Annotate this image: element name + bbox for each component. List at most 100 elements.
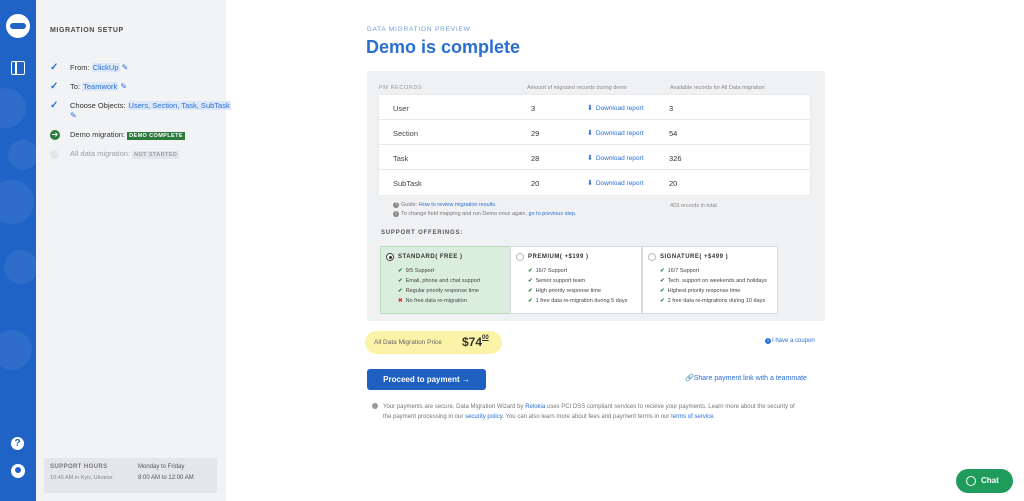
table-row: SubTask 20 ⬇ Download report 20 — [379, 170, 810, 195]
plan-standard[interactable]: STANDARD( FREE ) ✔ 9/5 Support ✔ Email, ph… — [380, 246, 512, 314]
check-icon: ✔ — [398, 268, 403, 274]
check-icon: ✔ — [660, 288, 665, 294]
proceed-to-payment-button[interactable]: Proceed to payment → — [367, 369, 486, 390]
price-label: All Data Migration Price — [374, 339, 442, 346]
pm-records-label: PM RECORDS — [379, 85, 423, 91]
check-icon: ✔ — [528, 298, 533, 304]
check-icon: ✔ — [660, 298, 665, 304]
previous-step-link[interactable]: go to previous step. — [529, 211, 577, 217]
share-label[interactable]: Share payment link with a teammate — [694, 375, 807, 382]
plan-feature: ✔ 9/5 Support — [398, 266, 480, 276]
secure-payment-note: Your payments are secure. Data Migration… — [372, 402, 803, 422]
record-available: 54 — [669, 129, 678, 138]
guide-note: ? Guide: How to review migration results. — [393, 202, 497, 208]
record-migrated: 3 — [531, 104, 536, 113]
support-hours: 8:00 AM to 12:00 AM — [138, 475, 194, 481]
guide-prefix: Guide: — [401, 202, 418, 208]
link-icon: 🔗 — [685, 375, 694, 382]
feature-text: 9/5 Support — [405, 268, 435, 274]
plan-feature: ✔ 1 free data re-migration during 5 days — [528, 296, 627, 306]
plan-radio[interactable] — [648, 253, 656, 261]
download-report-link[interactable]: ⬇ Download report — [587, 154, 644, 162]
plan-feature: ✔ Tech. support on weekends and holidays — [660, 276, 767, 286]
plan-feature: ✔ Regular priority response time — [398, 286, 480, 296]
price-cents: 00 — [482, 335, 489, 341]
record-migrated: 28 — [531, 154, 540, 163]
chat-label[interactable]: Chat — [981, 476, 999, 485]
plan-feature: ✔ Email, phone and chat support — [398, 276, 480, 286]
relokia-link[interactable]: Relokia — [525, 404, 545, 410]
secure-text-4: . — [713, 414, 716, 420]
rail-decoration — [0, 180, 34, 224]
plan-name: SIGNATURE( +$499 ) — [660, 254, 729, 260]
coupon-link[interactable]: iI have a coupon — [765, 338, 815, 344]
security-policy-link[interactable]: security policy — [465, 414, 502, 420]
download-report-link[interactable]: ⬇ Download report — [587, 179, 644, 187]
info-icon: ? — [393, 202, 399, 208]
download-icon: ⬇ — [587, 130, 593, 137]
lock-icon — [372, 403, 378, 409]
feature-text: 16/7 Support — [535, 268, 568, 274]
app-logo-icon[interactable] — [6, 14, 30, 38]
change-prefix: To change field mapping and run Demo onc… — [401, 211, 527, 217]
download-report-label[interactable]: Download report — [596, 155, 644, 162]
edit-pencil-icon[interactable]: ✎ — [120, 82, 127, 91]
step-from-value[interactable]: ClickUp — [91, 63, 120, 72]
check-icon: ✓ — [50, 100, 59, 111]
share-payment-link[interactable]: 🔗Share payment link with a teammate — [685, 374, 807, 382]
record-available: 326 — [669, 154, 682, 163]
records-panel: PM RECORDS Amount of migrated records du… — [367, 71, 825, 321]
price-dollars: $74 — [462, 335, 483, 349]
table-row: Section 29 ⬇ Download report 54 — [379, 120, 810, 145]
rail-decoration — [0, 330, 32, 370]
migration-doc-icon[interactable] — [11, 61, 25, 75]
feature-text: No free data re-migration — [405, 298, 467, 304]
record-migrated: 20 — [531, 179, 540, 188]
download-report-link[interactable]: ⬇ Download report — [587, 104, 644, 112]
user-avatar-icon[interactable] — [11, 464, 25, 478]
support-local-time: 10:46 AM in Kyiv, Ukraine — [50, 475, 113, 481]
edit-pencil-icon[interactable]: ✎ — [122, 63, 129, 72]
plan-feature: ✔ 16/7 Support — [528, 266, 627, 276]
help-icon[interactable]: ? — [11, 437, 24, 450]
feature-text: Regular priority response time — [405, 288, 479, 294]
feature-text: 1 free data re-migration during 5 days — [535, 298, 628, 304]
available-column-header: Available records for All Data migration — [670, 85, 765, 91]
check-icon: ✔ — [528, 288, 533, 294]
download-report-label[interactable]: Download report — [596, 105, 644, 112]
download-report-label[interactable]: Download report — [596, 180, 644, 187]
rail-decoration — [0, 88, 26, 128]
step-demo-label: Demo migration: — [70, 130, 126, 139]
plan-radio[interactable] — [386, 253, 394, 261]
amount-column-header: Amount of migrated records during demo — [527, 85, 627, 91]
step-objects-value[interactable]: Users, Section, Task, SubTask — [127, 101, 231, 110]
download-report-link[interactable]: ⬇ Download report — [587, 129, 644, 137]
plan-radio[interactable] — [516, 253, 524, 261]
arrow-right-icon: ➔ — [50, 130, 60, 140]
feature-text: Tech. support on weekends and holidays — [667, 278, 767, 284]
pending-dot-icon — [50, 150, 59, 159]
support-hours-title: SUPPORT HOURS — [50, 464, 108, 470]
download-report-label[interactable]: Download report — [596, 130, 644, 137]
step-to-value[interactable]: Teamwork — [82, 82, 119, 91]
edit-pencil-icon[interactable]: ✎ — [70, 111, 77, 120]
feature-text: 16/7 Support — [667, 268, 700, 274]
records-table: User 3 ⬇ Download report 3 Section 29 ⬇ … — [379, 95, 810, 195]
table-row: User 3 ⬇ Download report 3 — [379, 95, 810, 120]
feature-text: 2 free data re-migrations during 10 days — [667, 298, 766, 304]
plan-signature[interactable]: SIGNATURE( +$499 ) ✔ 16/7 Support ✔ Tech. … — [642, 246, 778, 314]
terms-of-service-link[interactable]: terms of service — [671, 414, 713, 420]
guide-link[interactable]: How to review migration results. — [419, 202, 497, 208]
plan-premium[interactable]: PREMIUM( +$199 ) ✔ 16/7 Support ✔ Senior s… — [510, 246, 642, 314]
coupon-label[interactable]: I have a coupon — [772, 338, 815, 344]
record-name: SubTask — [393, 179, 422, 188]
check-icon: ✔ — [398, 288, 403, 294]
feature-text: Highest priority response time — [667, 288, 741, 294]
support-offerings-title: SUPPORT OFFERINGS: — [381, 230, 464, 236]
support-days: Monday to Friday — [138, 464, 185, 470]
check-icon: ✔ — [528, 268, 533, 274]
chat-button[interactable]: Chat — [956, 469, 1013, 493]
plan-name: STANDARD( FREE ) — [398, 254, 463, 260]
secure-text-3: . You can also learn more about fees and… — [502, 414, 670, 420]
plan-feature: ✔ 2 free data re-migrations during 10 day… — [660, 296, 767, 306]
